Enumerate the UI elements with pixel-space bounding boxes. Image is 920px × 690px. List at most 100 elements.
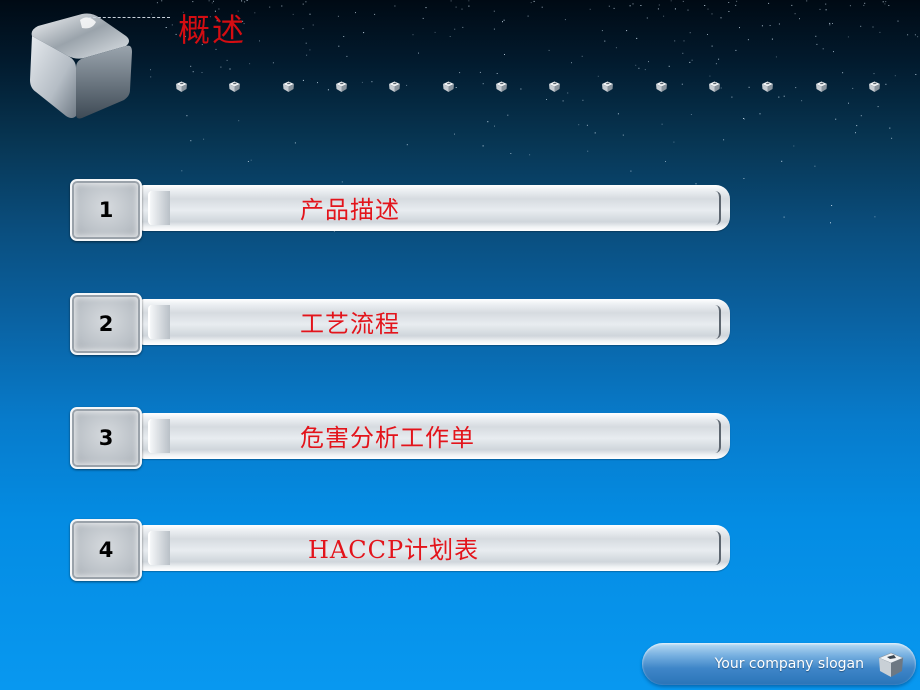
star bbox=[337, 15, 339, 17]
star bbox=[872, 26, 874, 28]
star bbox=[487, 121, 489, 123]
star bbox=[874, 216, 876, 218]
star bbox=[238, 120, 240, 122]
star bbox=[250, 159, 252, 161]
star bbox=[665, 161, 666, 162]
star bbox=[640, 5, 642, 6]
star bbox=[814, 165, 816, 167]
menu-item-process-flow[interactable]: 工艺流程 2 bbox=[68, 293, 733, 357]
star bbox=[648, 61, 649, 63]
star bbox=[914, 34, 916, 36]
star bbox=[496, 73, 498, 74]
star bbox=[739, 27, 740, 29]
star bbox=[731, 96, 733, 98]
star bbox=[735, 49, 737, 51]
star bbox=[783, 95, 785, 97]
star bbox=[529, 154, 531, 156]
star bbox=[683, 40, 685, 42]
star bbox=[156, 2, 158, 4]
star bbox=[586, 124, 588, 126]
star bbox=[294, 142, 296, 144]
star bbox=[175, 33, 177, 35]
star bbox=[915, 74, 917, 75]
star bbox=[589, 8, 591, 10]
star bbox=[778, 96, 780, 98]
star bbox=[259, 40, 260, 42]
star bbox=[615, 47, 617, 49]
star bbox=[769, 25, 771, 26]
star bbox=[151, 13, 152, 15]
menu-item-label: 危害分析工作单 bbox=[300, 424, 475, 452]
star bbox=[533, 0, 535, 2]
star bbox=[768, 2, 770, 4]
star bbox=[343, 36, 345, 37]
star bbox=[312, 24, 314, 26]
menu-item-number: 4 bbox=[98, 538, 114, 562]
star bbox=[292, 13, 294, 15]
star bbox=[728, 2, 730, 3]
star bbox=[816, 43, 818, 45]
star bbox=[771, 38, 773, 40]
star bbox=[663, 15, 665, 17]
star bbox=[450, 0, 452, 2]
star bbox=[203, 138, 205, 140]
star bbox=[638, 67, 640, 69]
star bbox=[548, 49, 550, 51]
star bbox=[736, 0, 738, 2]
title-connector-line bbox=[88, 17, 170, 18]
star bbox=[208, 0, 210, 2]
star bbox=[468, 5, 470, 7]
star bbox=[190, 65, 192, 67]
star bbox=[459, 72, 461, 74]
star bbox=[687, 9, 689, 11]
star bbox=[190, 140, 192, 142]
star bbox=[860, 25, 862, 27]
mini-cube-icon bbox=[335, 81, 347, 92]
page-title: 概述 bbox=[178, 11, 247, 49]
mini-cube-icon bbox=[176, 81, 187, 92]
star bbox=[272, 62, 274, 64]
star bbox=[884, 3, 886, 5]
star bbox=[604, 40, 606, 42]
star bbox=[670, 0, 672, 2]
mini-cube-icon bbox=[815, 81, 827, 92]
menu-item-number: 1 bbox=[98, 198, 114, 222]
star bbox=[668, 65, 670, 67]
star bbox=[229, 68, 231, 70]
menu-item-number-badge: 1 bbox=[70, 179, 142, 241]
star bbox=[220, 66, 222, 68]
star bbox=[747, 39, 749, 41]
star bbox=[454, 28, 456, 30]
star bbox=[192, 71, 194, 73]
star bbox=[829, 22, 831, 24]
star bbox=[241, 0, 243, 2]
star bbox=[449, 36, 451, 37]
star bbox=[833, 51, 834, 53]
star bbox=[363, 32, 365, 34]
star bbox=[150, 69, 151, 71]
star bbox=[181, 170, 183, 172]
star bbox=[461, 8, 463, 10]
star bbox=[728, 11, 730, 12]
star bbox=[305, 1, 307, 3]
menu-item-number-badge: 4 bbox=[70, 519, 142, 581]
star bbox=[192, 1, 194, 3]
star bbox=[306, 54, 308, 56]
star bbox=[888, 5, 890, 6]
star bbox=[302, 28, 304, 30]
star bbox=[617, 113, 619, 115]
menu-item-product-description[interactable]: 产品描述 1 bbox=[68, 179, 733, 243]
star bbox=[707, 8, 709, 10]
star bbox=[636, 37, 638, 39]
menu-item-haccp-plan[interactable]: HACCP计划表 4 bbox=[68, 519, 733, 583]
menu-item-hazard-analysis[interactable]: 危害分析工作单 3 bbox=[68, 407, 733, 471]
mini-cube-icon bbox=[549, 81, 561, 92]
star bbox=[269, 6, 271, 8]
star bbox=[873, 73, 875, 75]
star bbox=[799, 18, 800, 20]
menu-item-label: 工艺流程 bbox=[300, 310, 400, 338]
star bbox=[493, 10, 495, 12]
star bbox=[406, 144, 408, 146]
star bbox=[530, 2, 532, 4]
star bbox=[594, 132, 596, 134]
